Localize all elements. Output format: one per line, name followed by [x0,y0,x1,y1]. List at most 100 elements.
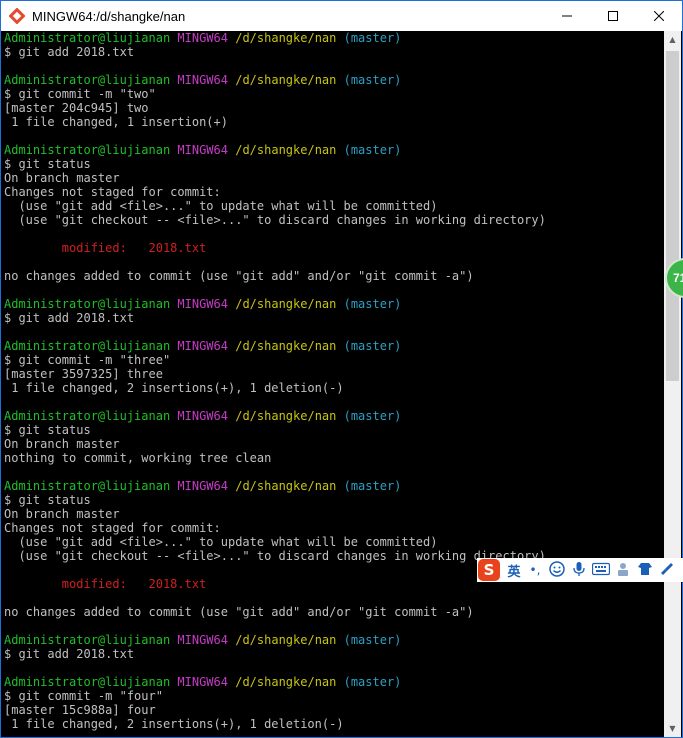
prompt-branch: (master) [343,297,402,311]
prompt-user: Administrator@liujianan [4,73,171,87]
ime-toolbar[interactable]: S 英 •, [477,558,683,582]
punctuation-toggle[interactable]: •, [524,563,546,577]
prompt-user: Administrator@liujianan [4,31,171,45]
close-button[interactable] [636,1,682,31]
output-line: no changes added to commit (use "git add… [4,605,474,619]
prompt-line: Administrator@liujianan MINGW64 /d/shang… [4,409,665,423]
modified-file-text: modified: 2018.txt [4,577,207,591]
maximize-icon [608,11,618,21]
prompt-branch: (master) [343,31,402,45]
output-line: (use "git add <file>..." to update what … [4,535,438,549]
prompt-path: /d/shangke/nan [235,633,337,647]
output-line: Changes not staged for commit: [4,185,221,199]
prompt-path: /d/shangke/nan [235,339,337,353]
prompt-line: Administrator@liujianan MINGW64 /d/shang… [4,479,665,493]
prompt-user: Administrator@liujianan [4,479,171,493]
prompt-branch: (master) [343,339,402,353]
prompt-line: Administrator@liujianan MINGW64 /d/shang… [4,143,665,157]
microphone-icon[interactable] [568,561,590,580]
output-line: $ git status [4,493,91,507]
prompt-user: Administrator@liujianan [4,675,171,689]
close-icon [654,11,664,21]
prompt-host: MINGW64 [177,633,228,647]
output-line: 1 file changed, 2 insertions(+), 1 delet… [4,717,344,731]
badge-text: 71 [673,271,683,285]
prompt-line: Administrator@liujianan MINGW64 /d/shang… [4,31,665,45]
output-line: [master 3597325] three [4,367,163,381]
prompt-path: /d/shangke/nan [235,73,337,87]
output-line: $ git commit -m "two" [4,87,156,101]
ime-language-toggle[interactable]: 英 [504,561,524,580]
prompt-user: Administrator@liujianan [4,409,171,423]
prompt-user: Administrator@liujianan [4,633,171,647]
emoji-icon[interactable] [546,560,568,580]
sogou-logo-icon[interactable]: S [478,559,500,581]
keyboard-icon[interactable] [590,562,612,579]
prompt-host: MINGW64 [177,675,228,689]
vertical-scrollbar[interactable]: ▲ ▼ [664,31,681,737]
output-line: (use "git checkout -- <file>..." to disc… [4,213,546,227]
terminal-window: MINGW64:/d/shangke/nan Administrator@liu… [0,0,683,738]
output-line: 1 file changed, 2 insertions(+), 1 delet… [4,381,344,395]
output-line: [master 15c988a] four [4,703,156,717]
prompt-host: MINGW64 [177,479,228,493]
prompt-branch: (master) [343,73,402,87]
output-line: no changes added to commit (use "git add… [4,269,474,283]
output-line: $ git commit -m "four" [4,689,163,703]
skin-icon[interactable] [634,561,656,580]
prompt-path: /d/shangke/nan [235,297,337,311]
output-line: [master 204c945] two [4,101,149,115]
prompt-host: MINGW64 [177,339,228,353]
prompt-path: /d/shangke/nan [235,143,337,157]
output-line: 1 file changed, 1 insertion(+) [4,115,228,129]
modified-file-text: modified: 2018.txt [4,241,207,255]
prompt-line: Administrator@liujianan MINGW64 /d/shang… [4,633,665,647]
terminal-output[interactable]: Administrator@liujianan MINGW64 /d/shang… [1,31,665,737]
prompt-path: /d/shangke/nan [235,31,337,45]
maximize-button[interactable] [590,1,636,31]
output-line: nothing to commit, working tree clean [4,451,272,465]
toolbox-icon[interactable] [612,561,634,580]
output-line: On branch master [4,437,120,451]
minimize-icon [562,15,572,17]
scroll-down-arrow-icon[interactable]: ▼ [664,720,681,737]
prompt-line: Administrator@liujianan MINGW64 /d/shang… [4,339,665,353]
scrollbar-thumb[interactable] [666,51,679,381]
prompt-branch: (master) [343,409,402,423]
output-line: On branch master [4,507,120,521]
settings-icon[interactable] [656,561,678,580]
prompt-host: MINGW64 [177,73,228,87]
scroll-up-arrow-icon[interactable]: ▲ [664,31,681,48]
prompt-host: MINGW64 [177,409,228,423]
git-bash-icon [8,7,26,25]
minimize-button[interactable] [544,1,590,31]
output-line: On branch master [4,171,120,185]
prompt-path: /d/shangke/nan [235,479,337,493]
prompt-host: MINGW64 [177,297,228,311]
prompt-branch: (master) [343,143,402,157]
prompt-path: /d/shangke/nan [235,675,337,689]
prompt-line: Administrator@liujianan MINGW64 /d/shang… [4,675,665,689]
title-bar[interactable]: MINGW64:/d/shangke/nan [1,1,682,31]
prompt-branch: (master) [343,675,402,689]
prompt-user: Administrator@liujianan [4,143,171,157]
output-line: $ git status [4,157,91,171]
output-line: (use "git add <file>..." to update what … [4,199,438,213]
output-line: $ git commit -m "three" [4,353,171,367]
output-line: $ git add 2018.txt [4,311,135,325]
prompt-host: MINGW64 [177,143,228,157]
window-title: MINGW64:/d/shangke/nan [32,8,186,24]
output-line: $ git add 2018.txt [4,45,135,59]
prompt-user: Administrator@liujianan [4,297,171,311]
